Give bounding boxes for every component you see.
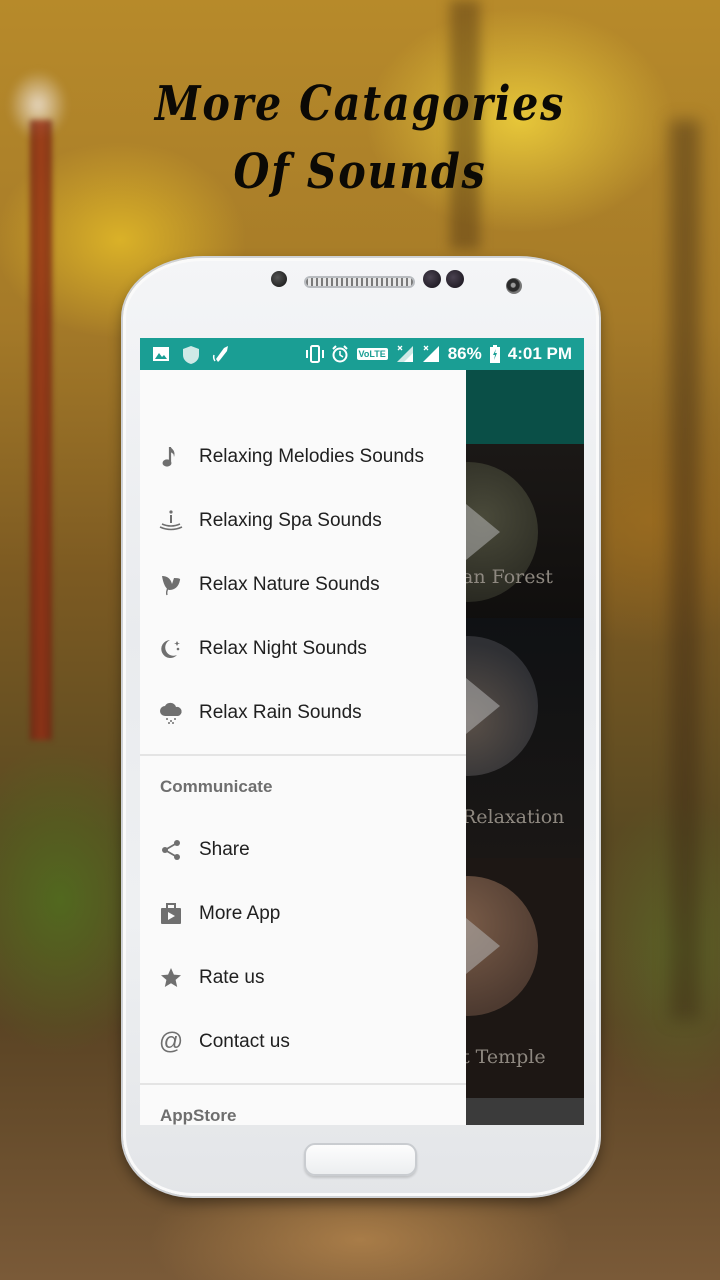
background-tree-trunk xyxy=(670,120,700,1020)
rain-cloud-icon xyxy=(159,701,183,725)
menu-item-contact-us[interactable]: @ Contact us xyxy=(140,1010,466,1074)
menu-item-relaxing-spa[interactable]: Relaxing Spa Sounds xyxy=(140,489,466,553)
shield-icon xyxy=(182,345,200,364)
menu-item-rate-us[interactable]: Rate us xyxy=(140,946,466,1010)
share-icon xyxy=(159,838,183,862)
menu-item-label: Relax Rain Sounds xyxy=(199,702,362,723)
battery-percent: 86% xyxy=(447,344,482,363)
play-icon[interactable] xyxy=(466,504,500,560)
background-lamp-post xyxy=(30,120,52,740)
moon-stars-icon xyxy=(159,637,183,661)
vibrate-icon xyxy=(305,345,324,363)
menu-item-label: Share xyxy=(199,839,250,860)
light-sensor xyxy=(423,270,441,288)
clock: 4:01 PM xyxy=(507,344,572,363)
proximity-sensor xyxy=(271,271,287,287)
star-icon xyxy=(159,966,183,990)
menu-item-label: Relax Night Sounds xyxy=(199,638,367,659)
home-button[interactable] xyxy=(304,1143,417,1176)
earpiece-speaker xyxy=(304,276,415,288)
play-icon[interactable] xyxy=(466,918,500,974)
alarm-icon xyxy=(331,345,349,363)
menu-item-label: More App xyxy=(199,903,281,924)
play-icon[interactable] xyxy=(466,678,500,734)
signal-icon xyxy=(422,345,440,363)
section-header-communicate: Communicate xyxy=(160,777,273,796)
signal-icon xyxy=(396,345,414,363)
navigation-drawer: Relaxing Melodies Sounds Relaxing Spa So… xyxy=(140,370,466,1125)
menu-item-label: Relaxing Spa Sounds xyxy=(199,510,382,531)
promo-headline-line2: Of Sounds xyxy=(233,144,487,200)
menu-item-label: Contact us xyxy=(199,1031,290,1052)
menu-item-label: Rate us xyxy=(199,967,265,988)
front-camera xyxy=(506,278,522,294)
sound-card-title: t Temple xyxy=(462,1046,546,1068)
phone-screen: VoLTE 86% 4:01 PM ds an Forest Re xyxy=(140,338,584,1125)
menu-item-relax-nature[interactable]: Relax Nature Sounds xyxy=(140,553,466,617)
battery-charging-icon xyxy=(489,345,500,363)
menu-item-more-app[interactable]: More App xyxy=(140,882,466,946)
menu-item-relax-rain[interactable]: Relax Rain Sounds xyxy=(140,681,466,745)
sound-card-title: Relaxation xyxy=(462,806,565,828)
cleaner-rocket-icon xyxy=(212,345,230,363)
menu-item-label: Relaxing Melodies Sounds xyxy=(199,446,424,467)
sound-card-title: an Forest xyxy=(462,566,553,588)
menu-item-label: Relax Nature Sounds xyxy=(199,574,380,595)
leaf-icon xyxy=(159,573,183,597)
drawer-menu: Relaxing Melodies Sounds Relaxing Spa So… xyxy=(140,425,466,1125)
at-sign-icon: @ xyxy=(158,1028,184,1055)
menu-item-relaxing-melodies[interactable]: Relaxing Melodies Sounds xyxy=(140,425,466,489)
light-sensor xyxy=(446,270,464,288)
status-bar: VoLTE 86% 4:01 PM xyxy=(140,338,584,370)
menu-item-share[interactable]: Share xyxy=(140,818,466,882)
menu-item-relax-night[interactable]: Relax Night Sounds xyxy=(140,617,466,681)
play-store-bag-icon xyxy=(159,902,183,926)
volte-icon: VoLTE xyxy=(356,348,388,360)
image-icon xyxy=(152,345,170,363)
section-header-appstore: AppStore xyxy=(160,1106,237,1125)
water-drop-icon xyxy=(159,509,183,533)
promo-headline-line1: More Catagories xyxy=(154,76,566,132)
music-note-icon xyxy=(159,445,183,469)
promo-headline: More Catagories Of Sounds xyxy=(50,70,669,206)
